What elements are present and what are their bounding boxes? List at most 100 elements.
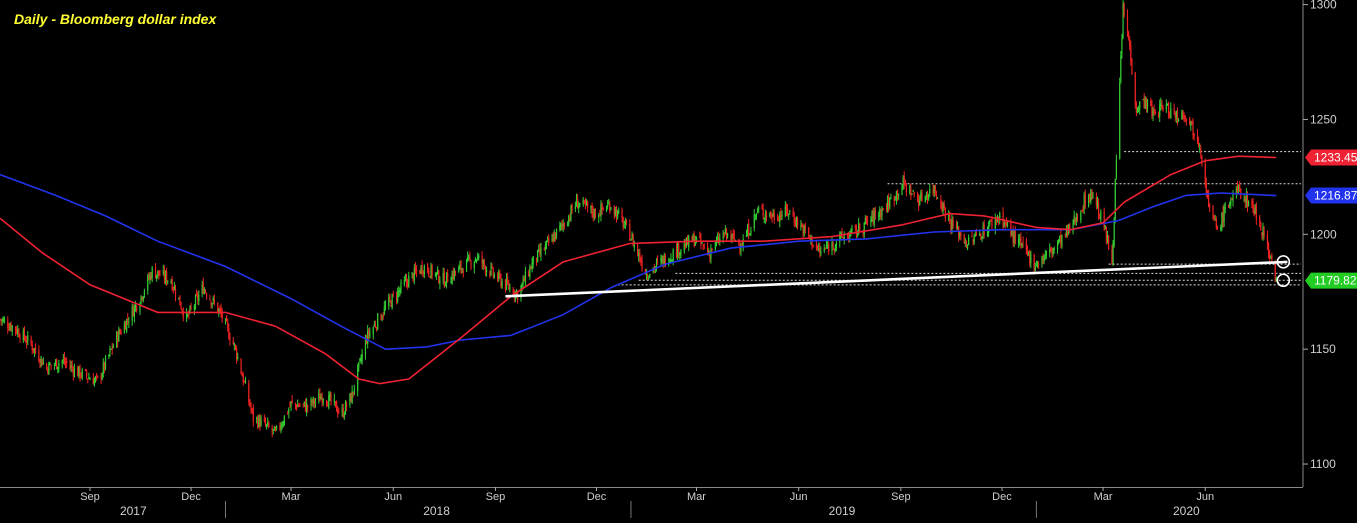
candle-body [622,217,624,229]
candle-body [411,272,413,275]
candle-body [61,360,63,364]
candle-body [904,182,906,184]
candle-body [318,393,320,400]
candle-body [607,204,609,208]
candle-body [1175,111,1177,119]
candle-body [865,216,868,221]
candle-body [7,321,9,329]
candle-body [236,347,238,359]
candle-body [158,270,160,276]
candle-body [1090,189,1092,202]
candle-body [1034,266,1036,272]
candle-body [33,348,36,352]
candle-body [11,325,13,332]
candle-body [928,195,930,200]
candle-body [1254,207,1256,215]
candle-body [872,210,874,223]
candle-body [1033,254,1035,270]
candle-body [48,362,50,375]
candle-body [167,280,169,283]
candle-body [933,185,935,194]
candle-body [430,264,432,278]
candle-body [702,245,704,247]
candle-body [1042,256,1044,261]
candle-body [893,196,895,202]
candle-body [679,252,681,255]
candle-body [151,267,153,279]
candle-body [498,272,500,279]
candle-body [1081,210,1083,212]
candle-body [408,275,410,288]
candle-body [97,375,99,378]
candle-body [203,289,205,294]
candle-body [134,304,137,308]
candle-body [587,201,589,208]
candle-body [823,248,825,251]
candle-body [1105,227,1107,241]
candle-body [358,361,360,367]
candle-body [641,259,643,269]
candle-body [403,280,405,285]
candle-body [500,276,502,287]
candle-body [731,233,733,238]
candle-body [781,215,783,218]
candle-body [1129,39,1131,47]
candle-body [895,191,898,200]
value-tag-label: 1233.45 [1314,150,1357,164]
candle-body [1091,190,1093,197]
candle-body [575,196,578,207]
candle-body [723,234,725,236]
candle-body [630,239,632,241]
candle-body [407,280,409,286]
candle-body [792,211,794,217]
candle-body [400,282,402,290]
candle-body [173,286,175,290]
candle-body [66,360,68,364]
candle-body [1152,110,1154,116]
candle-body [599,215,601,217]
candle-body [1111,249,1113,265]
candle-body [111,347,113,350]
candle-body [150,274,152,279]
candle-body [551,235,553,242]
candle-body [878,215,880,217]
bloomberg-dollar-index-chart: 1100 1150 1200 1250 1300 Sep Dec Mar Jun Sep Dec M… [0,0,1357,518]
candle-body [71,365,73,369]
candle-body [190,307,192,309]
candle-body [101,374,103,380]
candle-body [229,337,231,342]
candle-body [903,176,905,185]
candle-body [537,250,539,263]
candle-body [302,403,304,405]
candle-body [213,299,215,303]
candle-body [481,255,483,264]
candle-body [1150,100,1152,106]
candle-body [769,213,771,216]
candle-body [870,219,872,224]
candle-body [942,203,944,211]
candle-body [1123,4,1125,16]
candle-body [499,273,501,277]
candle-body [421,265,423,274]
candle-body [126,319,128,332]
candle-body [994,218,996,230]
candle-body [429,276,431,278]
candle-body [198,294,200,301]
candle-body [338,411,340,413]
candle-body [1088,195,1090,207]
candle-body [1043,256,1045,262]
candle-body [1260,222,1262,231]
candle-body [1196,134,1199,142]
candle-body [419,270,421,274]
candle-body [568,216,570,224]
candle-body [248,383,250,402]
candle-body [1012,228,1014,242]
candle-body [303,401,305,404]
candle-body [1166,103,1169,105]
candle-body [1080,211,1082,221]
candle-body [92,378,94,385]
candle-body [1170,108,1172,119]
candle-body [874,210,876,215]
candle-body [1053,248,1055,250]
candle-body [295,405,298,409]
